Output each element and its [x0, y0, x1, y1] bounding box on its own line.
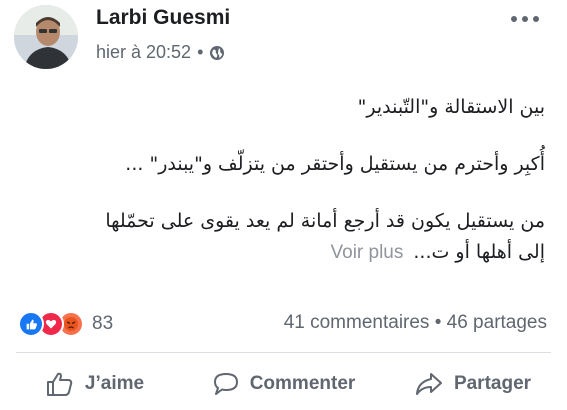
meta-separator: • — [197, 42, 204, 62]
post-line: بين الاستقالة و"التّبندير" — [357, 96, 545, 118]
reaction-count: 83 — [92, 313, 114, 334]
comment-icon — [213, 373, 238, 395]
post-meta: hier à 20:52 • — [96, 42, 225, 63]
avatar-image — [14, 5, 78, 69]
post-line: إلى أهلها أو ت... — [413, 241, 545, 263]
avatar[interactable] — [14, 5, 78, 69]
action-bar: J’aime Commenter Partager — [0, 362, 567, 406]
like-label: J’aime — [84, 373, 145, 394]
divider — [16, 352, 551, 353]
like-reaction-icon — [18, 311, 44, 337]
post-text: بين الاستقالة و"التّبندير" أُكبِر وأحترم… — [25, 92, 545, 268]
post-line: أُكبِر وأحترم من يستقيل وأحتقر من يتزلّف… — [125, 153, 545, 175]
comment-button[interactable]: Commenter — [189, 362, 378, 406]
thumbs-up-icon — [46, 372, 73, 396]
see-more-link[interactable]: Voir plus — [331, 242, 404, 263]
share-button[interactable]: Partager — [378, 362, 567, 406]
more-options-icon[interactable] — [511, 16, 539, 22]
share-icon — [415, 373, 442, 395]
like-button[interactable]: J’aime — [0, 362, 189, 406]
post-stats: 83 41 commentaires • 46 partages — [0, 305, 567, 341]
post-line-last: إلى أهلها أو ت... Voir plus — [25, 237, 546, 268]
globe-icon[interactable] — [209, 45, 225, 61]
comments-shares-count[interactable]: 41 commentaires • 46 partages — [284, 312, 547, 334]
reactions-summary[interactable]: 83 — [18, 311, 113, 337]
post-header: Larbi Guesmi hier à 20:52 • — [0, 0, 567, 80]
post-timestamp[interactable]: hier à 20:52 — [96, 42, 191, 63]
post-line: من يستقيل يكون قد أرجع أمانة لم يعد يقوى… — [105, 210, 545, 232]
comment-label: Commenter — [249, 373, 356, 394]
author-name[interactable]: Larbi Guesmi — [96, 6, 230, 30]
share-label: Partager — [453, 373, 532, 394]
